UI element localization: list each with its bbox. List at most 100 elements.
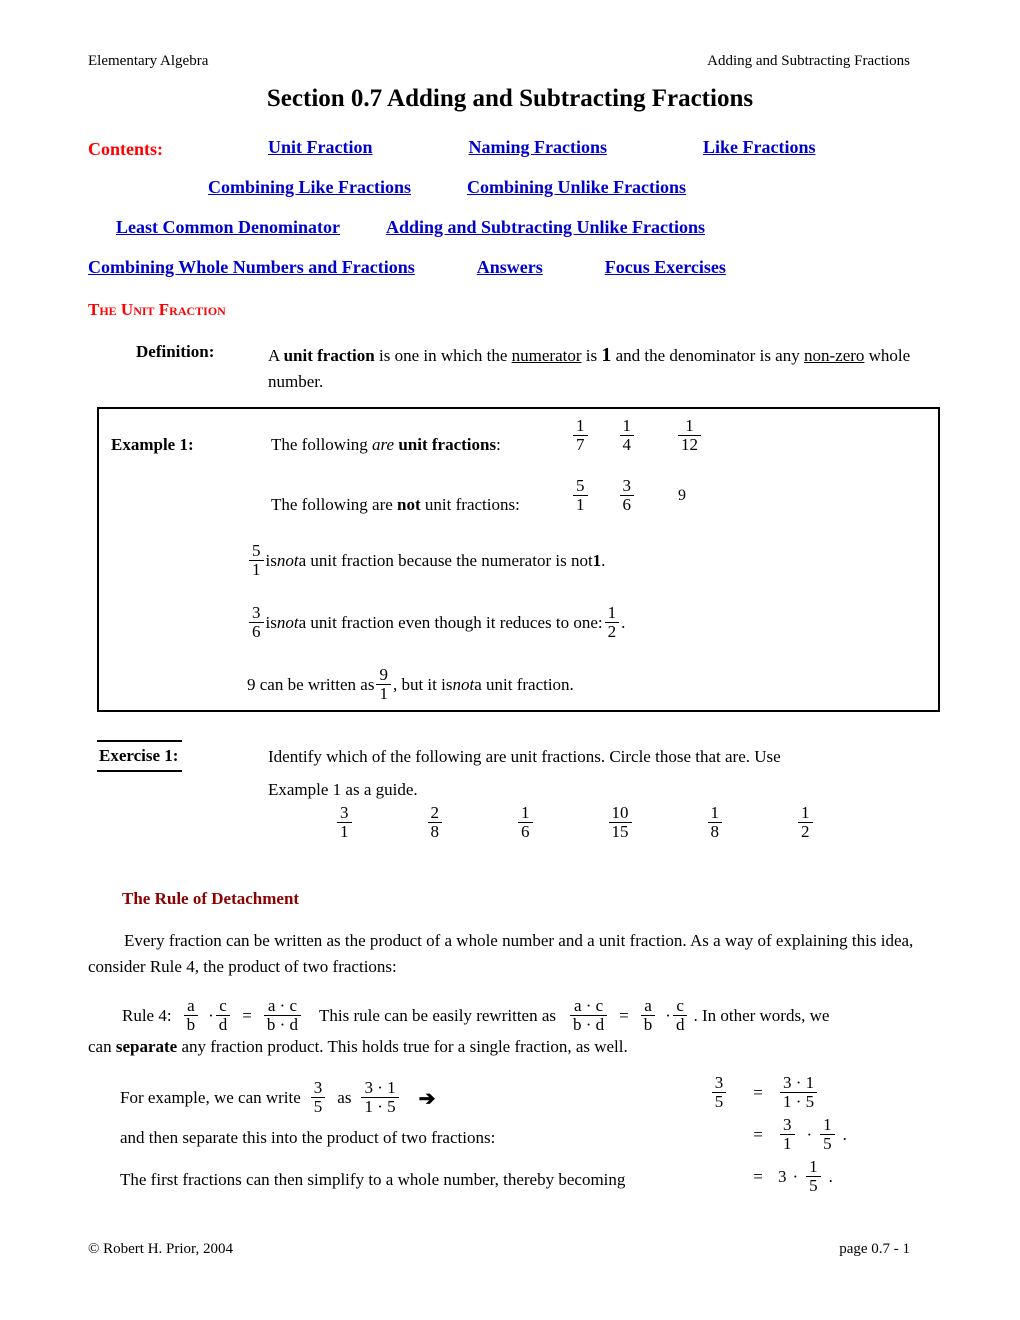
eq1-equals: =: [753, 1083, 763, 1102]
right-arrow-icon: ➔: [418, 1087, 436, 1110]
exercise-fraction-1[interactable]: 3 1: [337, 804, 352, 840]
fraction-3-5: 3 5: [310, 1079, 326, 1115]
eq2-equals: =: [753, 1125, 763, 1144]
exercise-fraction-4[interactable]: 10 15: [608, 804, 632, 840]
fraction-1-2-inline: 1 2: [604, 604, 620, 640]
contents-row-3: Least Common Denominator Adding and Subt…: [88, 216, 918, 256]
ex1-p1d: 1: [592, 551, 602, 570]
page-footer: © Robert H. Prior, 2004 page 0.7 - 1: [88, 1240, 910, 1258]
ex1-l2a: The following are: [271, 495, 398, 514]
fraction-3-6-inline: 3 6: [249, 604, 264, 640]
example-1-line-1: The following are unit fractions:: [271, 435, 501, 455]
def-nonzero: non-zero: [803, 346, 865, 365]
def-t3: is one in which the: [374, 346, 512, 365]
example-1-line-2: The following are not unit fractions:: [271, 495, 520, 515]
ex1-p2a: is: [265, 613, 277, 632]
running-head: Elementary Algebra Adding and Subtractin…: [88, 52, 910, 70]
eq3-whole: 3: [778, 1167, 787, 1186]
eq2-period: .: [842, 1125, 847, 1144]
exercise-fraction-2[interactable]: 2 8: [427, 804, 442, 840]
fraction-5-1: 5 1: [573, 477, 588, 513]
contents-row-4: Combining Whole Numbers and Fractions An…: [88, 256, 918, 296]
for-example-as: as: [337, 1088, 352, 1107]
exercise-fraction-3[interactable]: 1 6: [518, 804, 533, 840]
eq3-equals: =: [753, 1167, 763, 1186]
equals-1: =: [242, 1006, 252, 1025]
ex1-l1e: :: [496, 435, 501, 454]
ex1-l1d: unit fractions: [398, 435, 497, 454]
eq2-dot: ·: [806, 1125, 813, 1144]
equation-row-2: = 3 1 · 1 5 .: [700, 1114, 847, 1156]
rule-of-detachment-heading: The Rule of Detachment: [122, 889, 300, 908]
fraction-ac-bd-2: a · c b · d: [570, 997, 608, 1033]
link-answers[interactable]: Answers: [477, 256, 543, 278]
fraction-a-b: a b: [183, 997, 199, 1033]
ex1-p1b: not: [276, 551, 299, 570]
equation-column: 3 5 = 3 · 1 1 · 5 = 3 1 · 1 5 . = 3 · 1 …: [700, 1072, 847, 1198]
r4-l2c: any fraction product. This holds true fo…: [177, 1037, 628, 1056]
contents-row-2: Combining Like Fractions Combining Unlik…: [88, 176, 918, 216]
page-title: Section 0.7 Adding and Subtracting Fract…: [266, 85, 754, 112]
link-combining-whole-numbers-and-fractions[interactable]: Combining Whole Numbers and Fractions: [88, 256, 415, 278]
contents-block: Contents: Unit Fraction Naming Fractions…: [88, 136, 918, 296]
example-1-paragraph-1: 5 1 is not a unit fraction because the n…: [247, 542, 606, 579]
link-naming-fractions[interactable]: Naming Fractions: [468, 136, 607, 158]
link-adding-subtracting-unlike-fractions[interactable]: Adding and Subtracting Unlike Fractions: [386, 216, 705, 238]
def-t7: and the denominator is any: [611, 346, 804, 365]
example-1-are-fractions: 1 7 1 4 1 12: [571, 417, 703, 454]
eq3-fraction-1-5: 1 5: [806, 1158, 821, 1194]
ex1-p3d: a unit fraction.: [474, 675, 574, 694]
link-combining-unlike-fractions[interactable]: Combining Unlike Fractions: [467, 176, 686, 198]
link-combining-like-fractions[interactable]: Combining Like Fractions: [208, 176, 411, 198]
example-1-not-fractions: 5 1 3 6 9: [571, 477, 686, 514]
example-1-label: Example 1:: [111, 435, 194, 454]
definition-label: Definition:: [136, 342, 215, 361]
example-1-paragraph-2: 3 6 is not a unit fraction even though i…: [247, 604, 626, 641]
fraction-9-1-inline: 9 1: [376, 666, 391, 702]
multiply-dot-1: ·: [208, 1006, 214, 1025]
ex1-l1b: are: [372, 435, 395, 454]
link-focus-exercises[interactable]: Focus Exercises: [605, 256, 726, 278]
exercise-fraction-6[interactable]: 1 2: [798, 804, 813, 840]
fraction-1-4: 1 4: [619, 417, 634, 453]
ex1-p2c: a unit fraction even though it reduces t…: [298, 613, 603, 632]
rule-4-label: Rule 4:: [122, 1006, 172, 1025]
def-numerator: numerator: [511, 346, 582, 365]
rule-of-detachment-paragraph: Every fraction can be written as the pro…: [88, 931, 914, 976]
link-least-common-denominator[interactable]: Least Common Denominator: [116, 216, 340, 238]
eq2-fraction-1-5: 1 5: [820, 1116, 835, 1152]
ex1-p3b: , but it is: [392, 675, 453, 694]
multiply-dot-2: ·: [665, 1006, 671, 1025]
def-t5: is: [581, 346, 602, 365]
separate-line-text: and then separate this into the product …: [120, 1128, 496, 1147]
exercise-1-fraction-list: 3 1 2 8 1 6 10 15 1 8 1 2: [335, 804, 815, 841]
equation-row-1: 3 5 = 3 · 1 1 · 5: [700, 1072, 847, 1114]
exercise-fraction-5[interactable]: 1 8: [707, 804, 722, 840]
fraction-5-1-inline: 5 1: [249, 542, 264, 578]
eq1-rhs-fraction: 3 · 1 1 · 5: [780, 1074, 818, 1110]
link-unit-fraction[interactable]: Unit Fraction: [268, 136, 372, 158]
eq1-lhs-fraction-3-5: 3 5: [711, 1074, 727, 1110]
exercise-1-text: Identify which of the following are unit…: [268, 740, 928, 806]
fraction-c-d: c d: [215, 997, 231, 1033]
definition-text: A unit fraction is one in which the nume…: [268, 342, 926, 395]
fraction-ac-bd: a · c b · d: [263, 997, 302, 1033]
contents-row-1: Unit Fraction Naming Fractions Like Frac…: [88, 136, 918, 176]
footer-page-number: page 0.7 - 1: [839, 1241, 910, 1257]
example-1-paragraph-3: 9 can be written as 9 1 , but it is not …: [247, 666, 574, 703]
fraction-a-b-2: a b: [640, 997, 656, 1033]
link-like-fractions[interactable]: Like Fractions: [703, 136, 816, 158]
rule-4-tail-text: . In other words, we: [693, 1006, 830, 1025]
exercise-1-text-line-1: Identify which of the following are unit…: [268, 747, 781, 766]
running-head-left: Elementary Algebra: [88, 53, 209, 69]
fraction-1-7: 1 7: [573, 417, 588, 453]
ex1-p3c: not: [452, 675, 475, 694]
equation-row-3: = 3 · 1 5 .: [700, 1156, 847, 1198]
ex1-p1e: .: [601, 551, 606, 570]
contents-label: Contents:: [88, 139, 163, 159]
rule-4-mid-text: This rule can be easily rewritten as: [319, 1006, 556, 1025]
for-example-text: For example, we can write: [120, 1088, 301, 1107]
ex1-p2d: .: [621, 613, 626, 632]
fraction-1-12: 1 12: [678, 417, 701, 453]
ex1-p3a: 9 can be written as: [247, 675, 375, 694]
